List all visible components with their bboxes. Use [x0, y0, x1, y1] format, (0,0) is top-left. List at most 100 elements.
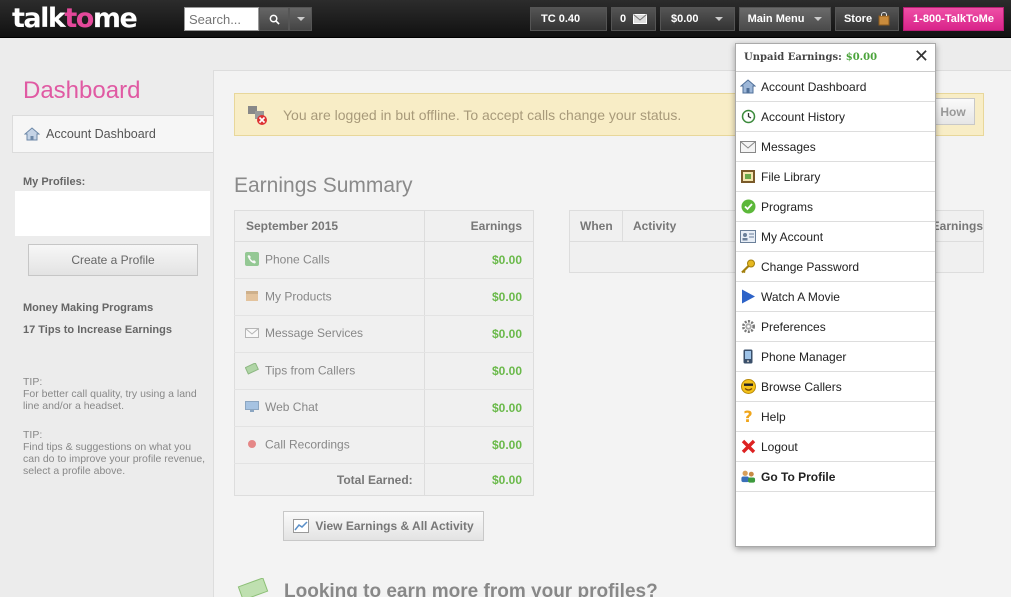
- envelope-icon: [245, 327, 259, 342]
- menu-item-label: Help: [761, 409, 786, 424]
- messages-button[interactable]: 0: [611, 7, 656, 31]
- menu-item-my-account[interactable]: My Account: [736, 222, 935, 252]
- menu-item-account-dashboard[interactable]: Account Dashboard: [736, 72, 935, 102]
- table-row: My Products $0.00: [234, 278, 534, 316]
- main-menu-dropdown: Unpaid Earnings: $0.00 ✕ Account Dashboa…: [735, 43, 936, 547]
- row-label: Message Services: [265, 326, 364, 341]
- store-label: Store: [843, 13, 873, 25]
- chevron-down-icon: [296, 17, 305, 21]
- money-icon: [237, 578, 269, 597]
- tip-label: TIP:: [23, 429, 43, 441]
- menu-item-label: Phone Manager: [761, 349, 847, 364]
- play-icon: [740, 289, 756, 305]
- mobile-phone-icon: [740, 349, 756, 365]
- table-row: Web Chat $0.00: [234, 389, 534, 427]
- tc-balance-badge[interactable]: TC 0.40: [530, 7, 607, 31]
- menu-item-help[interactable]: ? Help: [736, 402, 935, 432]
- left-sidebar: Dashboard Account Dashboard My Profiles:…: [0, 38, 214, 597]
- money-making-programs-link[interactable]: Money Making Programs: [23, 302, 153, 314]
- menu-item-account-history[interactable]: Account History: [736, 102, 935, 132]
- tip-label: TIP:: [23, 376, 43, 388]
- phone-icon: [245, 251, 259, 269]
- phone-number-button[interactable]: 1-800-TalkToMe: [903, 7, 1004, 31]
- balance-label: $0.00: [671, 13, 699, 25]
- search-options-button[interactable]: [289, 7, 312, 31]
- total-value: $0.00: [423, 463, 534, 496]
- earnings-header: Earnings: [423, 210, 534, 242]
- period-header: September 2015: [234, 210, 425, 242]
- menu-item-label: Preferences: [761, 319, 826, 334]
- home-icon: [740, 79, 756, 95]
- phone-number-label: 1-800-TalkToMe: [913, 13, 994, 25]
- smiley-icon: [740, 379, 756, 395]
- my-profiles-label: My Profiles:: [23, 176, 86, 188]
- search-button[interactable]: [259, 7, 289, 31]
- tip-text: Find tips & suggestions on what you can …: [23, 441, 206, 477]
- menu-item-label: Programs: [761, 199, 814, 214]
- home-icon: [24, 127, 40, 141]
- row-value: $0.00: [423, 241, 534, 279]
- menu-item-phone-manager[interactable]: Phone Manager: [736, 342, 935, 372]
- search-input[interactable]: [184, 7, 259, 31]
- tc-balance-label: TC 0.40: [541, 13, 581, 25]
- menu-item-browse-callers[interactable]: Browse Callers: [736, 372, 935, 402]
- offline-status-icon: [248, 105, 267, 125]
- table-row: Tips from Callers $0.00: [234, 352, 534, 390]
- menu-item-label: Watch A Movie: [761, 289, 840, 304]
- menu-item-logout[interactable]: Logout: [736, 432, 935, 462]
- total-row: Total Earned: $0.00: [235, 463, 534, 496]
- menu-item-label: My Account: [761, 229, 824, 244]
- row-value: $0.00: [423, 389, 534, 427]
- table-row: Message Services $0.00: [234, 315, 534, 353]
- create-profile-button[interactable]: Create a Profile: [28, 244, 198, 276]
- menu-item-file-library[interactable]: File Library: [736, 162, 935, 192]
- tip-block: TIP: Find tips & suggestions on what you…: [23, 429, 208, 477]
- row-label: Tips from Callers: [265, 363, 356, 378]
- menu-item-messages[interactable]: Messages: [736, 132, 935, 162]
- messages-count: 0: [619, 13, 627, 25]
- main-menu-button[interactable]: Main Menu: [739, 7, 831, 31]
- table-row: Call Recordings $0.00: [234, 426, 534, 464]
- envelope-icon: [633, 14, 648, 24]
- sidebar-item-account-dashboard[interactable]: Account Dashboard: [12, 115, 214, 153]
- table-header-row: September 2015 Earnings: [234, 210, 534, 242]
- unpaid-earnings-label: Unpaid Earnings:: [744, 52, 842, 63]
- folder-icon: [740, 169, 756, 185]
- row-value: $0.00: [423, 426, 534, 464]
- menu-item-label: Account Dashboard: [761, 79, 867, 94]
- menu-item-preferences[interactable]: Preferences: [736, 312, 935, 342]
- gear-icon: [740, 319, 756, 335]
- row-label: Phone Calls: [265, 252, 330, 267]
- tips-earnings-link[interactable]: 17 Tips to Increase Earnings: [23, 324, 172, 336]
- close-icon[interactable]: ✕: [914, 47, 929, 67]
- row-label: Call Recordings: [265, 437, 350, 452]
- users-icon: [740, 469, 756, 485]
- menu-item-programs[interactable]: Programs: [736, 192, 935, 222]
- key-icon: [740, 259, 756, 275]
- earnings-summary-title: Earnings Summary: [234, 174, 413, 197]
- table-row: Phone Calls $0.00: [234, 241, 534, 279]
- menu-item-change-password[interactable]: Change Password: [736, 252, 935, 282]
- menu-item-label: Messages: [761, 139, 816, 154]
- unpaid-earnings-header: Unpaid Earnings: $0.00 ✕: [736, 44, 935, 72]
- balance-dropdown[interactable]: $0.00: [660, 7, 735, 31]
- menu-item-watch-a-movie[interactable]: Watch A Movie: [736, 282, 935, 312]
- shopping-bag-icon: [878, 12, 890, 26]
- profiles-list: [15, 191, 210, 236]
- view-earnings-button[interactable]: View Earnings & All Activity: [283, 511, 484, 541]
- id-card-icon: [740, 229, 756, 245]
- store-button[interactable]: Store: [835, 7, 899, 31]
- menu-item-label: Browse Callers: [761, 379, 842, 394]
- chevron-down-icon: [714, 17, 723, 21]
- menu-item-label: Go To Profile: [761, 469, 836, 484]
- row-label: My Products: [265, 289, 332, 304]
- menu-item-go-to-profile[interactable]: Go To Profile: [736, 462, 935, 492]
- monitor-icon: [245, 400, 259, 416]
- how-button[interactable]: How: [931, 98, 975, 125]
- menu-item-label: Change Password: [761, 259, 860, 274]
- record-icon: [245, 437, 259, 454]
- talktome-logo[interactable]: talktome: [12, 2, 138, 36]
- money-icon: [244, 361, 259, 380]
- earnings-table: September 2015 Earnings Phone Calls $0.0…: [234, 210, 534, 496]
- row-value: $0.00: [423, 352, 534, 390]
